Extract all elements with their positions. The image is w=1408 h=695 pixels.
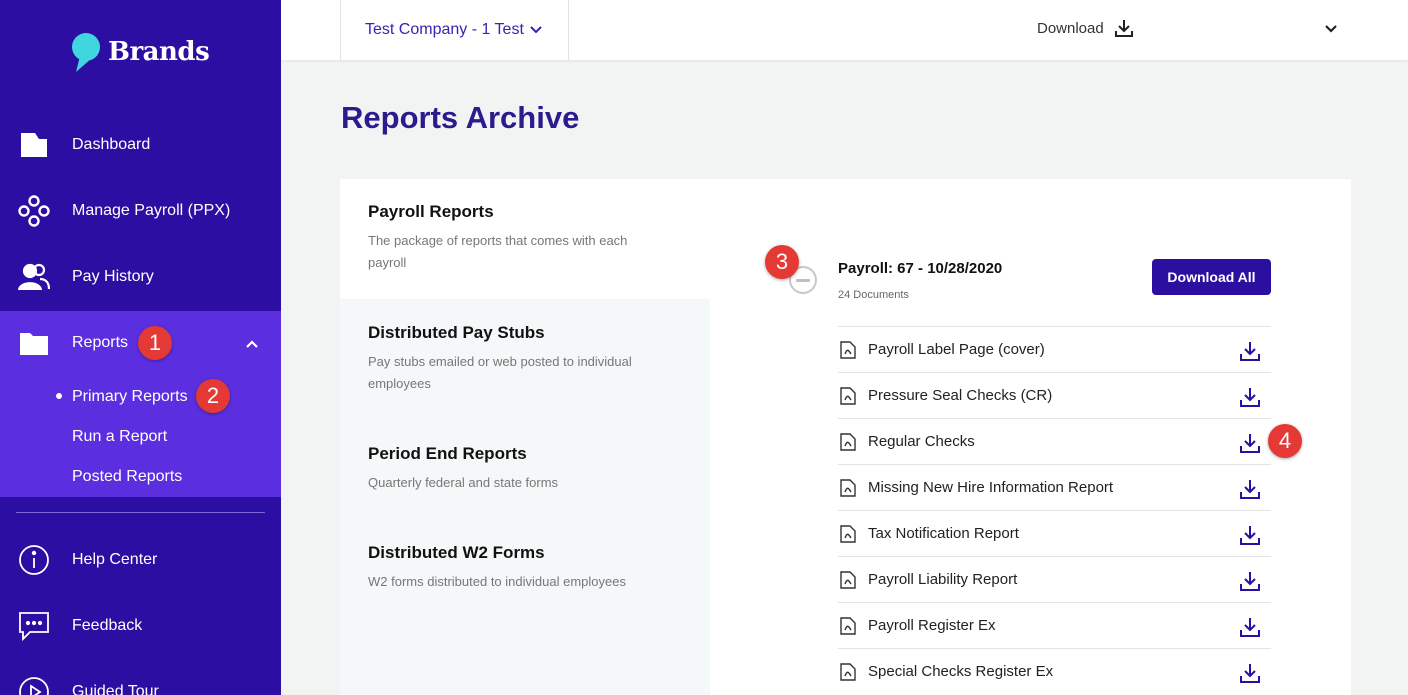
document-name[interactable]: Payroll Label Page (cover)	[868, 341, 1045, 358]
play-icon	[18, 676, 50, 695]
document-name[interactable]: Payroll Liability Report	[868, 571, 1017, 588]
company-selector[interactable]: Test Company - 1 Test	[340, 0, 569, 60]
step-badge-1: 1	[138, 326, 172, 360]
category-description: Quarterly federal and state forms	[368, 475, 559, 490]
category-period-end-reports[interactable]: Period End Reports Quarterly federal and…	[368, 444, 668, 494]
sidebar-divider	[16, 512, 265, 513]
step-badge-2: 2	[196, 379, 230, 413]
download-icon[interactable]	[1239, 432, 1261, 454]
document-name[interactable]: Pressure Seal Checks (CR)	[868, 387, 1052, 404]
download-icon[interactable]	[1239, 478, 1261, 500]
download-icon[interactable]	[1239, 524, 1261, 546]
minus-icon	[796, 278, 810, 282]
document-name[interactable]: Payroll Register Ex	[868, 617, 996, 634]
chevron-down-icon[interactable]	[1324, 22, 1338, 36]
sidebar-item-dashboard[interactable]: Dashboard	[0, 121, 281, 169]
download-icon[interactable]	[1239, 662, 1261, 684]
active-dot	[56, 393, 62, 399]
document-row: Tax Notification Report	[838, 510, 1271, 556]
sidebar-item-guided-tour[interactable]: Guided Tour	[0, 668, 281, 695]
pdf-file-icon	[840, 570, 856, 589]
category-title: Period End Reports	[368, 444, 527, 463]
folder-icon	[18, 327, 50, 359]
payroll-heading: Payroll: 67 - 10/28/2020	[838, 260, 1003, 277]
sidebar-item-feedback[interactable]: Feedback	[0, 602, 281, 650]
sidebar-item-label: Feedback	[72, 617, 143, 634]
download-icon[interactable]	[1239, 340, 1261, 362]
pdf-file-icon	[840, 616, 856, 635]
category-distributed-pay-stubs[interactable]: Distributed Pay Stubs Pay stubs emailed …	[368, 323, 668, 395]
brand-logo-mark-icon	[72, 33, 100, 72]
category-payroll-reports[interactable]: Payroll Reports The package of reports t…	[368, 202, 668, 274]
people-icon	[18, 261, 50, 293]
page-title: Reports Archive	[341, 100, 580, 135]
sidebar-item-label: Pay History	[72, 268, 154, 285]
pdf-file-icon	[840, 662, 856, 681]
document-count: 24 Documents	[838, 289, 909, 301]
document-row: Missing New Hire Information Report	[838, 464, 1271, 510]
sidebar-subitem-run-report[interactable]: Run a Report	[72, 428, 167, 446]
document-row: Payroll Label Page (cover)	[838, 326, 1271, 372]
pdf-file-icon	[840, 524, 856, 543]
sidebar-item-label: Reports	[72, 334, 129, 351]
pdf-file-icon	[840, 478, 856, 497]
download-icon	[1114, 20, 1133, 37]
category-title: Distributed W2 Forms	[368, 543, 545, 562]
sidebar-item-label: Dashboard	[72, 136, 151, 153]
step-badge-3: 3	[765, 245, 799, 279]
payroll-icon	[18, 195, 50, 227]
download-all-button[interactable]: Download All	[1152, 259, 1271, 295]
download-button[interactable]: Download	[1037, 18, 1134, 38]
category-description: Pay stubs emailed or web posted to indiv…	[368, 354, 632, 391]
document-row: Pressure Seal Checks (CR)	[838, 372, 1271, 418]
document-name[interactable]: Special Checks Register Ex	[868, 663, 1053, 680]
download-icon[interactable]	[1239, 570, 1261, 592]
download-label: Download	[1037, 19, 1104, 37]
category-description: W2 forms distributed to individual emplo…	[368, 574, 626, 589]
sidebar-item-label: Guided Tour	[72, 683, 159, 695]
download-icon[interactable]	[1239, 616, 1261, 638]
document-row: Regular Checks	[838, 418, 1271, 464]
document-name[interactable]: Regular Checks	[868, 433, 975, 450]
pdf-file-icon	[840, 340, 856, 359]
top-bar: Test Company - 1 Test Download	[281, 0, 1408, 60]
sidebar-item-manage-payroll[interactable]: Manage Payroll (PPX)	[0, 187, 281, 235]
chevron-down-icon	[530, 26, 542, 34]
document-row: Payroll Register Ex	[838, 602, 1271, 648]
pdf-file-icon	[840, 432, 856, 451]
category-title: Payroll Reports	[368, 202, 494, 221]
sidebar-item-label: Help Center	[72, 551, 158, 568]
category-distributed-w2-forms[interactable]: Distributed W2 Forms W2 forms distribute…	[368, 543, 668, 593]
step-badge-4: 4	[1268, 424, 1302, 458]
document-list: Payroll Label Page (cover) Pressure Seal…	[838, 326, 1271, 694]
sidebar-subitem-posted-reports[interactable]: Posted Reports	[72, 468, 182, 486]
brand-name: Brands	[108, 37, 210, 67]
sidebar-item-help-center[interactable]: Help Center	[0, 536, 281, 584]
document-row: Special Checks Register Ex	[838, 648, 1271, 694]
document-name[interactable]: Missing New Hire Information Report	[868, 479, 1113, 496]
company-name: Test Company - 1 Test	[365, 21, 524, 38]
chevron-up-icon[interactable]	[244, 336, 260, 352]
chat-icon	[18, 610, 50, 642]
dashboard-icon	[18, 129, 50, 161]
document-row: Payroll Liability Report	[838, 556, 1271, 602]
category-description: The package of reports that comes with e…	[368, 233, 628, 270]
sidebar-item-label: Manage Payroll (PPX)	[72, 202, 231, 219]
download-icon[interactable]	[1239, 386, 1261, 408]
info-icon	[18, 544, 50, 576]
document-name[interactable]: Tax Notification Report	[868, 525, 1019, 542]
sidebar-subitem-primary-reports[interactable]: Primary Reports	[72, 388, 188, 406]
pdf-file-icon	[840, 386, 856, 405]
brand-logo[interactable]: Brands	[70, 30, 210, 74]
sidebar-item-pay-history[interactable]: Pay History	[0, 253, 281, 301]
category-title: Distributed Pay Stubs	[368, 323, 545, 342]
